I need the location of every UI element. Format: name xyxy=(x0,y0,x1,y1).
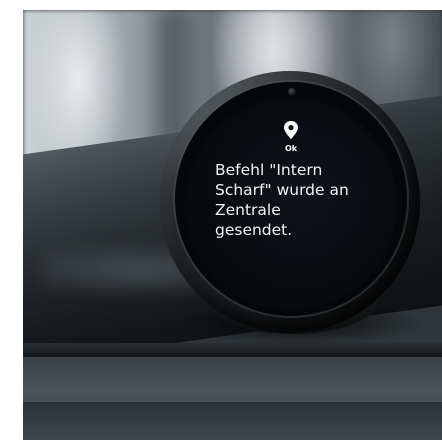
command-message: Befehl "Intern Scharf" wurde an Zentrale… xyxy=(215,160,383,240)
device-screen[interactable]: Ok Befehl "Intern Scharf" wurde an Zentr… xyxy=(185,98,397,310)
table-front-lower xyxy=(23,402,442,440)
message-line: Scharf" wurde an xyxy=(215,181,349,199)
message-line: gesendet. xyxy=(215,221,293,239)
status-label: Ok xyxy=(284,144,298,153)
camera-icon xyxy=(288,88,296,96)
location-pin-icon xyxy=(281,120,301,140)
message-line: Befehl "Intern xyxy=(215,161,323,179)
message-line: Zentrale xyxy=(215,201,281,219)
